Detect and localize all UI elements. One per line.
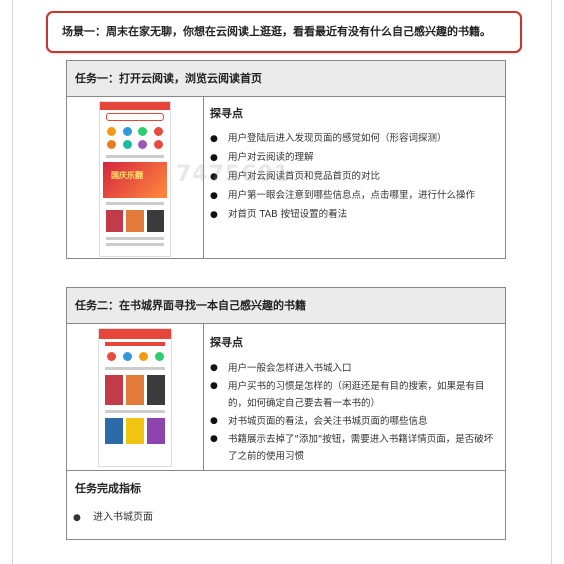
task-one-title: 任务一：打开云阅读，浏览云阅读首页 bbox=[67, 61, 505, 97]
list-item: ● 对书城页面的看法，会关注书城页面的哪些信息 bbox=[210, 413, 499, 430]
list-item: ● 用户第一眼会注意到哪些信息点，点击哪里，进行什么操作 bbox=[210, 188, 499, 204]
metric-list: ● 进入书城页面 bbox=[73, 510, 153, 526]
bullet-icon: ● bbox=[210, 363, 218, 373]
bullet-icon: ● bbox=[210, 210, 218, 220]
scenario-text: 场景一：周末在家无聊，你想在云阅读上逛逛，看看最近有没有什么自己感兴趣的书籍。 bbox=[62, 25, 491, 38]
task-one-table: 任务一：打开云阅读，浏览云阅读首页 国庆乐翻 探寻点 ● 用户登陆后进入发现页面… bbox=[66, 60, 506, 259]
metric-title: 任务完成指标 bbox=[75, 482, 141, 495]
task-two-probe-cell: 探寻点 ● 用户一般会怎样进入书城入口 ● 用户买书的习惯是怎样的（闲逛还是有目的搜… bbox=[204, 324, 505, 470]
task-two-body: 探寻点 ● 用户一般会怎样进入书城入口 ● 用户买书的习惯是怎样的（闲逛还是有目的搜… bbox=[67, 324, 505, 471]
watermark: 7475601 bbox=[176, 162, 291, 187]
list-item: ● 书籍展示去掉了"添加"按钮，需要进入书籍详情页面，是否破坏了之前的使用习惯 bbox=[210, 431, 499, 465]
list-item: ● 进入书城页面 bbox=[73, 510, 153, 526]
app-home-screenshot: 国庆乐翻 bbox=[99, 101, 171, 257]
task-two-screenshot-cell bbox=[67, 324, 204, 470]
bullet-icon: ● bbox=[210, 381, 218, 391]
bullet-icon: ● bbox=[210, 416, 218, 426]
scenario-box: 场景一：周末在家无聊，你想在云阅读上逛逛，看看最近有没有什么自己感兴趣的书籍。 bbox=[46, 11, 522, 53]
bullet-icon: ● bbox=[210, 191, 218, 201]
bullet-icon: ● bbox=[73, 513, 81, 523]
task-two-title: 任务二：在书城界面寻找一本自己感兴趣的书籍 bbox=[67, 288, 505, 324]
probe-title: 探寻点 bbox=[210, 336, 243, 349]
bullet-icon: ● bbox=[210, 134, 218, 144]
app-bookstore-screenshot bbox=[98, 328, 172, 467]
list-item: ● 用户一般会怎样进入书城入口 bbox=[210, 360, 499, 377]
list-item: ● 对首页 TAB 按钮设置的看法 bbox=[210, 207, 499, 223]
task-two-metric-cell: 任务完成指标 ● 进入书城页面 bbox=[67, 470, 505, 539]
task-two-table: 任务二：在书城界面寻找一本自己感兴趣的书籍 探寻点 ● 用户一般会怎样进入书城入口… bbox=[66, 287, 506, 540]
list-item: ● 用户买书的习惯是怎样的（闲逛还是有目的搜索，如果是有目的，如何确定自己要去看一… bbox=[210, 378, 499, 412]
probe-title: 探寻点 bbox=[210, 107, 243, 120]
bullet-icon: ● bbox=[210, 434, 218, 444]
probe-list: ● 用户一般会怎样进入书城入口 ● 用户买书的习惯是怎样的（闲逛还是有目的搜索，如果… bbox=[210, 360, 499, 466]
list-item: ● 用户登陆后进入发现页面的感觉如何（形容词探测） bbox=[210, 131, 499, 147]
